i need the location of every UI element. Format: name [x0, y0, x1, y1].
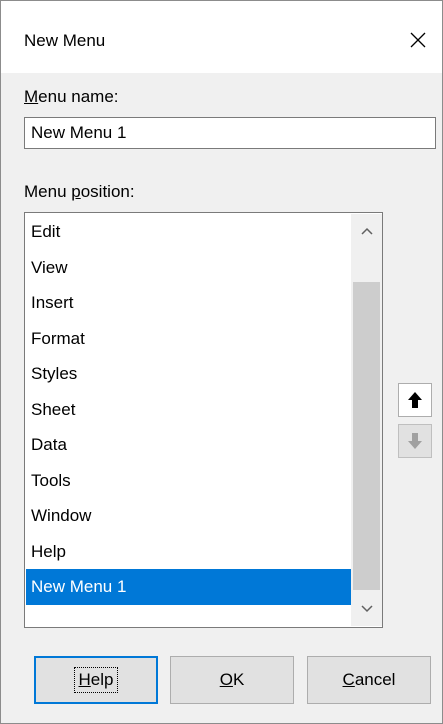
list-item[interactable]: Insert [26, 285, 351, 321]
menu-position-label: Menu position: [24, 182, 135, 201]
menu-name-label: Menu name: [24, 87, 119, 106]
vertical-scrollbar[interactable] [351, 214, 382, 626]
list-item[interactable]: Format [26, 321, 351, 357]
list-item[interactable]: Help [26, 534, 351, 570]
arrow-up-icon [408, 392, 422, 408]
cancel-button[interactable]: Cancel [307, 656, 431, 704]
list-item[interactable]: New Menu 1 [26, 569, 351, 605]
menu-position-list[interactable]: Edit View Insert Format Styles Sheet Data Tools… [24, 212, 383, 628]
list-item[interactable]: Styles [26, 356, 351, 392]
new-menu-dialog: New Menu Menu name: Menu position: EditV… [0, 0, 443, 724]
close-button[interactable] [395, 17, 441, 63]
list-item[interactable]: Sheet [26, 392, 351, 428]
arrow-down-icon [408, 433, 422, 449]
list-item[interactable]: View [26, 250, 351, 286]
list-item[interactable]: Data [26, 427, 351, 463]
list-item[interactable]: Tools [26, 463, 351, 499]
help-button[interactable]: Help [34, 656, 158, 704]
scrollbar-thumb[interactable] [353, 282, 380, 590]
scroll-up-button[interactable] [351, 214, 382, 248]
chevron-up-icon [360, 227, 373, 235]
scroll-down-button[interactable] [351, 592, 382, 626]
help-button-label: Help [73, 667, 119, 693]
ok-button-label: OK [219, 670, 245, 689]
cancel-button-label: Cancel [342, 670, 396, 689]
chevron-down-icon [360, 605, 373, 613]
menu-position-items: Edit View Insert Format Styles Sheet Data Tools… [26, 214, 351, 605]
dialog-title: New Menu [24, 31, 106, 50]
list-item[interactable]: Edit [26, 214, 351, 250]
move-up-button[interactable] [398, 383, 432, 417]
list-item[interactable]: Window [26, 498, 351, 534]
ok-button[interactable]: OK [170, 656, 294, 704]
title-bar: New Menu [1, 1, 442, 73]
menu-name-input[interactable] [24, 117, 436, 149]
close-icon [410, 32, 426, 48]
move-down-button[interactable] [398, 424, 432, 458]
